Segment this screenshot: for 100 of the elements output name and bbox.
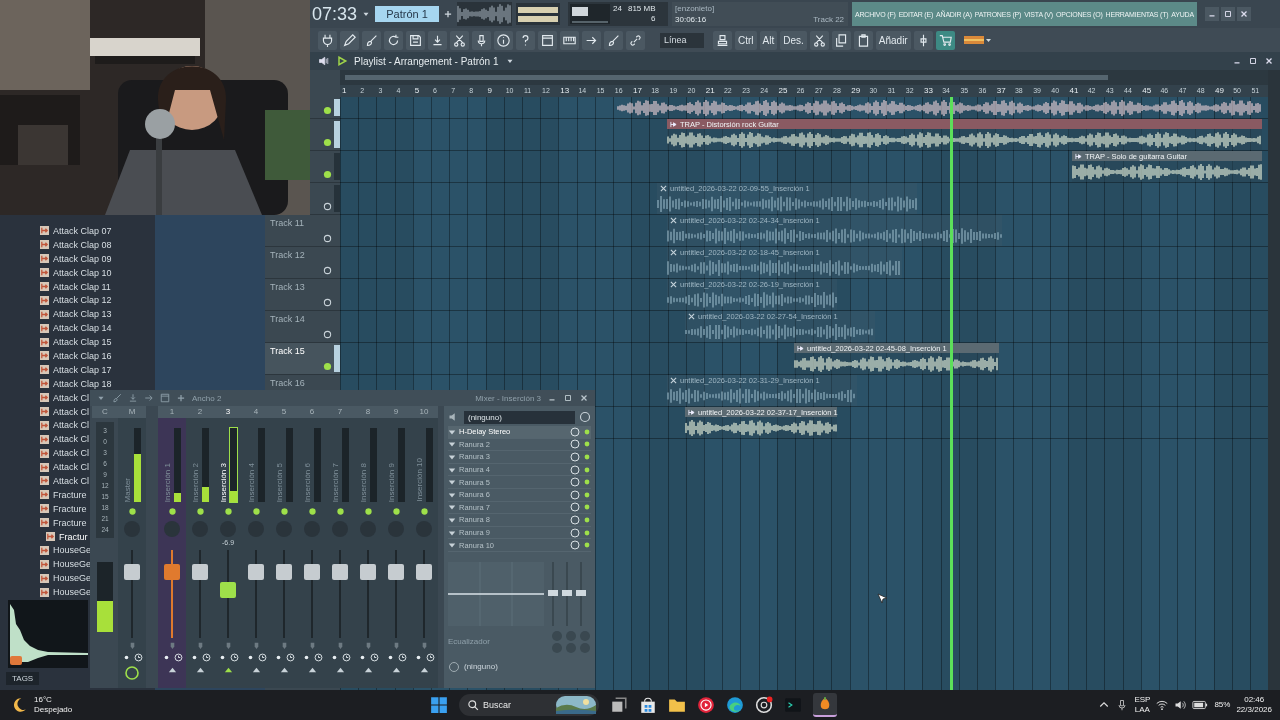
browser-item[interactable]: Attack Clap 09	[40, 251, 112, 266]
triangle-icon[interactable]	[307, 665, 317, 674]
browser-item[interactable]: Attack Clap 10	[40, 265, 112, 280]
toolbar-button[interactable]	[384, 30, 403, 50]
led-icon[interactable]	[279, 507, 289, 516]
toolbar-button[interactable]: Alt	[759, 30, 778, 50]
toolbar-button[interactable]	[935, 30, 955, 50]
browser-item[interactable]: Attack Clap 14	[40, 321, 112, 336]
aperture-icon[interactable]	[755, 696, 773, 714]
triangle-icon[interactable]	[251, 665, 261, 674]
toolbar-button[interactable]	[494, 30, 513, 50]
led-icon[interactable]	[195, 507, 205, 516]
mixer-strip[interactable]: 4 Inserción 4	[242, 406, 270, 688]
browser-item[interactable]: Attack Cl	[40, 390, 89, 405]
triangle-icon[interactable]	[279, 665, 289, 674]
fader-handle[interactable]	[360, 564, 376, 581]
input-dropdown[interactable]: (ninguno)	[464, 410, 575, 424]
led-icon[interactable]	[323, 106, 332, 115]
led-icon[interactable]	[307, 507, 317, 516]
close-icon[interactable]	[579, 393, 589, 403]
triangle-icon[interactable]	[363, 665, 373, 674]
triangle-icon[interactable]	[391, 665, 401, 674]
track-name[interactable]: Track 16	[270, 378, 305, 388]
browser-item[interactable]: HouseGe	[40, 557, 92, 572]
track-name[interactable]: Track 14	[270, 314, 305, 324]
fader-handle[interactable]	[192, 564, 208, 581]
browser-item[interactable]: HouseGe	[40, 571, 92, 586]
toolbar-button[interactable]: Des.	[780, 30, 807, 50]
toolbar-button[interactable]	[318, 30, 337, 50]
browser-item[interactable]: Attack Clap 16	[40, 349, 112, 363]
triangle-icon[interactable]	[335, 665, 345, 674]
browser-item[interactable]: Attack Clap 12	[40, 293, 112, 308]
maximize-button[interactable]	[1220, 7, 1235, 21]
swirl-icon[interactable]	[726, 696, 744, 714]
led-icon[interactable]	[323, 362, 332, 371]
toolbar-button[interactable]	[406, 30, 425, 50]
minimize-button[interactable]	[1204, 7, 1219, 21]
eq-sliders[interactable]	[547, 561, 587, 626]
toolbar-button[interactable]	[428, 30, 447, 50]
start-button[interactable]	[430, 696, 448, 714]
browser-item[interactable]: Attack Cl	[40, 460, 89, 475]
browser-item[interactable]: Attack Clap 13	[40, 307, 112, 322]
led-icon[interactable]	[127, 507, 137, 516]
mixer-strip[interactable]: 7 Inserción 7	[326, 406, 354, 688]
toolbar-button[interactable]	[450, 30, 469, 50]
brush-icon[interactable]	[112, 393, 122, 403]
fader-handle[interactable]	[164, 564, 180, 581]
bag-icon[interactable]	[639, 696, 657, 714]
track-name[interactable]: Track 12	[270, 250, 305, 260]
triangle-icon[interactable]	[167, 665, 177, 674]
browser-item[interactable]: Fracture	[40, 501, 87, 516]
led-icon[interactable]	[419, 507, 429, 516]
browser-item[interactable]: Attack Clap 11	[40, 279, 111, 294]
mixer-strip[interactable]: 5 Inserción 5	[270, 406, 298, 688]
plus-icon[interactable]	[176, 393, 186, 403]
browser-item[interactable]: Fracture	[40, 487, 87, 502]
ring-icon[interactable]	[579, 411, 591, 423]
ring-icon[interactable]	[323, 330, 332, 339]
browser-item[interactable]: Attack Clap 15	[40, 335, 112, 349]
scrollbar[interactable]	[1268, 70, 1280, 690]
toolbar-button[interactable]	[516, 30, 535, 50]
mixer-strip[interactable]: 2 Inserción 2	[186, 406, 214, 688]
led-icon[interactable]	[363, 507, 373, 516]
fader-handle[interactable]	[304, 564, 320, 581]
browser-item[interactable]: Attack Clap 08	[40, 237, 112, 252]
play-circle-icon[interactable]	[697, 696, 715, 714]
window-stack-icon[interactable]	[610, 696, 628, 714]
pattern-selector[interactable]: Patrón 1	[375, 6, 440, 22]
wifi-icon[interactable]	[1156, 699, 1169, 711]
toolbar-button[interactable]	[582, 30, 601, 50]
battery-icon[interactable]	[1192, 699, 1209, 711]
toolbar-button[interactable]	[538, 30, 557, 50]
audio-clip[interactable]	[617, 98, 1262, 117]
ring-icon[interactable]	[323, 266, 332, 275]
track-name[interactable]: Track 13	[270, 282, 305, 292]
browser-item[interactable]: Fractur	[46, 529, 88, 544]
app-button[interactable]	[813, 693, 837, 717]
fader-handle[interactable]	[332, 564, 348, 581]
browser-item[interactable]: Attack Cl	[40, 404, 89, 419]
ring-icon[interactable]	[124, 664, 140, 680]
mixer-strip[interactable]: 8 Inserción 8	[354, 406, 382, 688]
plus-icon[interactable]	[443, 9, 454, 19]
browser-item[interactable]: Attack Cl	[40, 432, 89, 447]
close-icon[interactable]	[1264, 56, 1274, 66]
swatch-icon[interactable]	[963, 34, 992, 46]
terminal-icon[interactable]	[784, 696, 802, 714]
browser-item[interactable]: HouseGe	[40, 585, 92, 600]
ring-icon[interactable]	[323, 234, 332, 243]
clock-time[interactable]: 02:46	[1244, 695, 1265, 705]
browser-item[interactable]: Attack Clap 18	[40, 376, 112, 391]
toolbar-button[interactable]: Ctrl	[735, 30, 757, 50]
speaker-icon[interactable]	[318, 55, 330, 67]
browser-item[interactable]: Attack Clap 17	[40, 362, 112, 377]
ring-icon[interactable]	[323, 202, 332, 211]
browser-item[interactable]: Attack Cl	[40, 418, 89, 433]
region-code[interactable]: LAA	[1134, 705, 1150, 715]
clock-date[interactable]: 22/3/2026	[1236, 705, 1272, 715]
fader-handle[interactable]	[416, 564, 432, 581]
toolbar-button[interactable]	[809, 30, 829, 50]
close-button[interactable]	[1236, 7, 1251, 21]
